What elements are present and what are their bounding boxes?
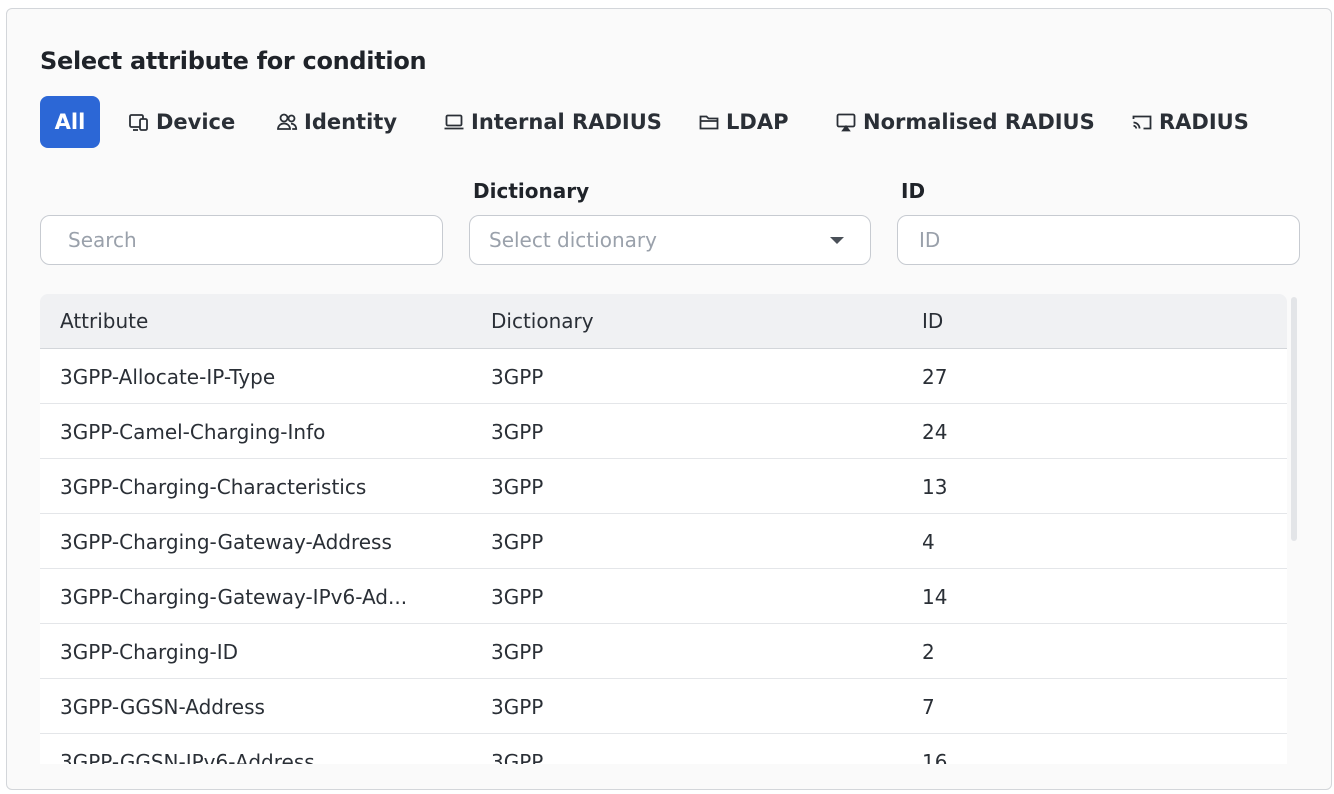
id-cell: 16	[922, 750, 948, 764]
dialog-title: Select attribute for condition	[40, 47, 427, 75]
tab-label: LDAP	[726, 110, 789, 134]
table-row[interactable]: 3GPP-Charging-Characteristics 3GPP 13	[40, 459, 1287, 514]
column-header-id[interactable]: ID	[922, 309, 943, 333]
table-row[interactable]: 3GPP-Camel-Charging-Info 3GPP 24	[40, 404, 1287, 459]
dictionary-cell: 3GPP	[491, 475, 544, 499]
id-label: ID	[901, 179, 926, 203]
search-input[interactable]: Search	[40, 215, 443, 265]
folder-icon	[698, 111, 720, 133]
tab-label: Normalised RADIUS	[863, 110, 1095, 134]
tab-label: All	[54, 110, 86, 134]
caret-down-icon	[830, 237, 844, 244]
table-row[interactable]: 3GPP-Charging-ID 3GPP 2	[40, 624, 1287, 679]
dictionary-select[interactable]: Select dictionary	[469, 215, 871, 265]
id-placeholder: ID	[919, 228, 941, 252]
dictionary-cell: 3GPP	[491, 750, 544, 764]
attribute-cell: 3GPP-GGSN-Address	[60, 695, 265, 719]
attributes-table: Attribute Dictionary ID 3GPP-Allocate-IP…	[40, 294, 1287, 764]
cast-icon	[1131, 111, 1153, 133]
dictionary-placeholder: Select dictionary	[489, 228, 657, 252]
attribute-cell: 3GPP-Charging-Characteristics	[60, 475, 367, 499]
attribute-cell: 3GPP-Charging-Gateway-IPv6-Ad...	[60, 585, 408, 609]
dictionary-cell: 3GPP	[491, 640, 544, 664]
table-row[interactable]: 3GPP-GGSN-Address 3GPP 7	[40, 679, 1287, 734]
attribute-cell: 3GPP-GGSN-IPv6-Address	[60, 750, 315, 764]
tab-label: Device	[156, 110, 236, 134]
column-header-dictionary[interactable]: Dictionary	[491, 309, 594, 333]
id-cell: 14	[922, 585, 948, 609]
tab-label: Internal RADIUS	[471, 110, 662, 134]
table-header: Attribute Dictionary ID	[40, 294, 1287, 349]
dictionary-cell: 3GPP	[491, 420, 544, 444]
attribute-cell: 3GPP-Charging-Gateway-Address	[60, 530, 392, 554]
id-cell: 2	[922, 640, 935, 664]
table-row[interactable]: 3GPP-Charging-Gateway-Address 3GPP 4	[40, 514, 1287, 569]
table-row[interactable]: 3GPP-Charging-Gateway-IPv6-Ad... 3GPP 14	[40, 569, 1287, 624]
tab-normalised-radius[interactable]: Normalised RADIUS	[835, 96, 1095, 148]
tab-label: RADIUS	[1159, 110, 1249, 134]
dictionary-cell: 3GPP	[491, 585, 544, 609]
users-icon	[276, 111, 298, 133]
tab-internal-radius[interactable]: Internal RADIUS	[443, 96, 662, 148]
search-placeholder: Search	[68, 228, 137, 252]
tab-label: Identity	[304, 110, 398, 134]
monitor-icon	[835, 111, 857, 133]
id-cell: 7	[922, 695, 935, 719]
tab-radius[interactable]: RADIUS	[1131, 96, 1249, 148]
attribute-cell: 3GPP-Allocate-IP-Type	[60, 365, 276, 389]
id-cell: 27	[922, 365, 948, 389]
attribute-cell: 3GPP-Charging-ID	[60, 640, 239, 664]
id-cell: 4	[922, 530, 935, 554]
table-row[interactable]: 3GPP-Allocate-IP-Type 3GPP 27	[40, 349, 1287, 404]
devices-icon	[128, 111, 150, 133]
table-row[interactable]: 3GPP-GGSN-IPv6-Address 3GPP 16	[40, 734, 1287, 764]
tab-identity[interactable]: Identity	[276, 96, 397, 148]
dictionary-cell: 3GPP	[491, 365, 544, 389]
tab-ldap[interactable]: LDAP	[698, 96, 788, 148]
laptop-icon	[443, 111, 465, 133]
id-cell: 13	[922, 475, 948, 499]
tab-all[interactable]: All	[40, 96, 100, 148]
tab-device[interactable]: Device	[128, 96, 235, 148]
dictionary-cell: 3GPP	[491, 695, 544, 719]
table-scrollbar[interactable]	[1291, 297, 1297, 541]
dictionary-label: Dictionary	[473, 179, 590, 203]
id-input[interactable]: ID	[897, 215, 1300, 265]
column-header-attribute[interactable]: Attribute	[60, 309, 148, 333]
attribute-picker-dialog: Select attribute for condition All Devic…	[6, 8, 1332, 790]
id-cell: 24	[922, 420, 948, 444]
attribute-cell: 3GPP-Camel-Charging-Info	[60, 420, 326, 444]
dictionary-cell: 3GPP	[491, 530, 544, 554]
